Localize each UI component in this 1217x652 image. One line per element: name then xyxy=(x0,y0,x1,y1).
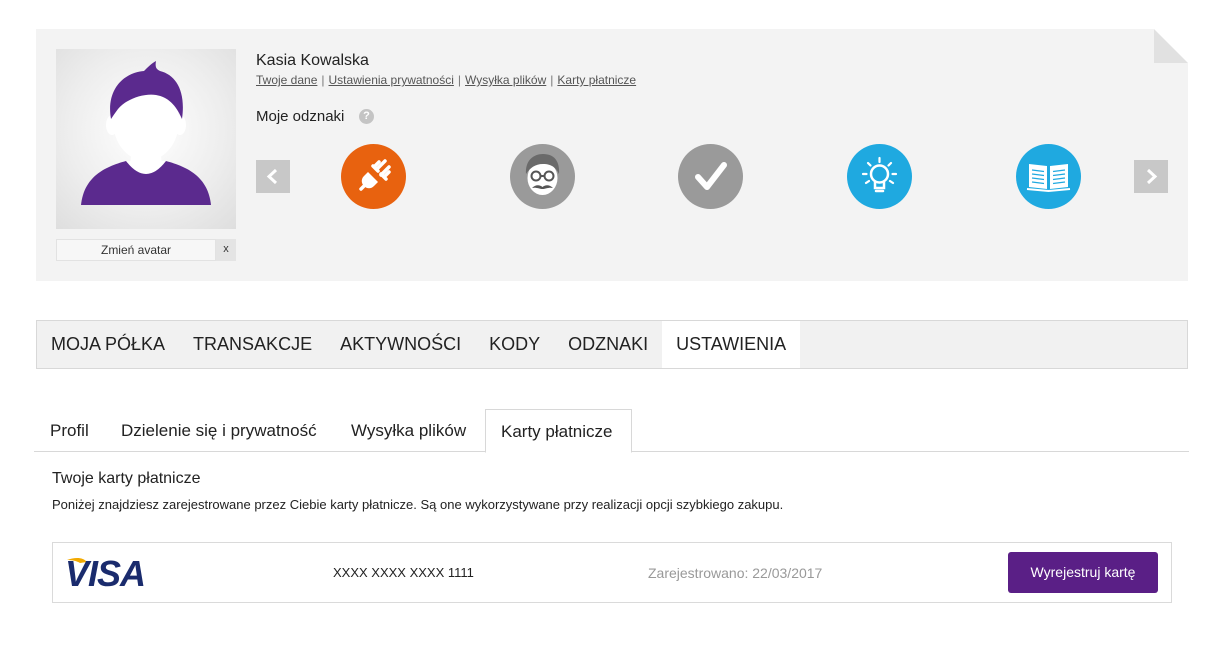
payment-card-row: VISA XXXX XXXX XXXX 1111 Zarejestrowano:… xyxy=(52,542,1172,603)
tab-profil[interactable]: Profil xyxy=(50,409,89,452)
link-separator: | xyxy=(550,73,554,87)
remove-avatar-button[interactable]: x xyxy=(216,239,236,261)
link-separator: | xyxy=(457,73,462,87)
avatar xyxy=(56,49,236,229)
page-corner-fold xyxy=(1154,29,1188,63)
nav-transakcje[interactable]: TRANSAKCJE xyxy=(179,321,326,368)
card-registered-date: Zarejestrowano: 22/03/2017 xyxy=(648,565,823,581)
nav-ustawienia[interactable]: USTAWIENIA xyxy=(662,321,801,368)
checkmark-icon xyxy=(678,144,743,209)
nav-aktywnosci[interactable]: AKTYWNOŚCI xyxy=(326,321,475,368)
change-avatar-button[interactable]: Zmień avatar xyxy=(56,239,216,261)
tab-wysylka-plikow[interactable]: Wysyłka plików xyxy=(351,409,466,452)
link-separator: | xyxy=(321,73,325,87)
main-nav: MOJA PÓŁKA TRANSAKCJE AKTYWNOŚCI KODY OD… xyxy=(36,320,1188,369)
settings-tabs: Profil Dzielenie się i prywatność Wysyłk… xyxy=(34,409,1189,453)
badge-checkmark[interactable] xyxy=(678,144,743,209)
help-icon[interactable]: ? xyxy=(359,109,374,124)
link-karty-platnicze[interactable]: Karty płatnicze xyxy=(557,73,636,87)
user-name: Kasia Kowalska xyxy=(256,52,369,69)
profile-panel: Zmień avatar x Kasia Kowalska Twoje dane… xyxy=(36,29,1188,281)
badges-prev-button[interactable] xyxy=(256,160,290,193)
unregister-card-button[interactable]: Wyrejestruj kartę xyxy=(1008,552,1158,593)
badges-title: Moje odznaki xyxy=(256,108,345,125)
nav-kody[interactable]: KODY xyxy=(475,321,554,368)
plug-icon xyxy=(341,144,406,209)
open-book-icon xyxy=(1016,144,1081,209)
section-description: Poniżej znajdziesz zarejestrowane przez … xyxy=(52,497,784,512)
badges-next-button[interactable] xyxy=(1134,160,1168,193)
badge-plug[interactable] xyxy=(341,144,406,209)
nav-moja-polka[interactable]: MOJA PÓŁKA xyxy=(37,321,179,368)
tab-dzielenie-sie-i-prywatnosc[interactable]: Dzielenie się i prywatność xyxy=(121,409,317,452)
badge-book[interactable] xyxy=(1016,144,1081,209)
chevron-left-icon xyxy=(266,169,278,184)
user-avatar-icon xyxy=(81,61,211,205)
section-title: Twoje karty płatnicze xyxy=(52,470,201,487)
link-wysylka-plikow[interactable]: Wysyłka plików xyxy=(465,73,546,87)
visa-logo-icon: VISA xyxy=(65,554,146,590)
tab-karty-platnicze[interactable]: Karty płatnicze xyxy=(485,409,632,453)
profile-links: Twoje dane | Ustawienia prywatności | Wysyłk… xyxy=(256,73,636,87)
visa-brand-text: VISA xyxy=(65,554,145,590)
lightbulb-icon xyxy=(847,144,912,209)
badge-lightbulb[interactable] xyxy=(847,144,912,209)
chevron-right-icon xyxy=(1146,169,1158,184)
link-twoje-dane[interactable]: Twoje dane xyxy=(256,73,317,87)
badge-hipster[interactable] xyxy=(510,144,575,209)
card-number: XXXX XXXX XXXX 1111 xyxy=(333,565,474,580)
link-ustawienia-prywatnosci[interactable]: Ustawienia prywatności xyxy=(329,73,454,87)
hipster-face-icon xyxy=(510,144,575,209)
nav-odznaki[interactable]: ODZNAKI xyxy=(554,321,662,368)
